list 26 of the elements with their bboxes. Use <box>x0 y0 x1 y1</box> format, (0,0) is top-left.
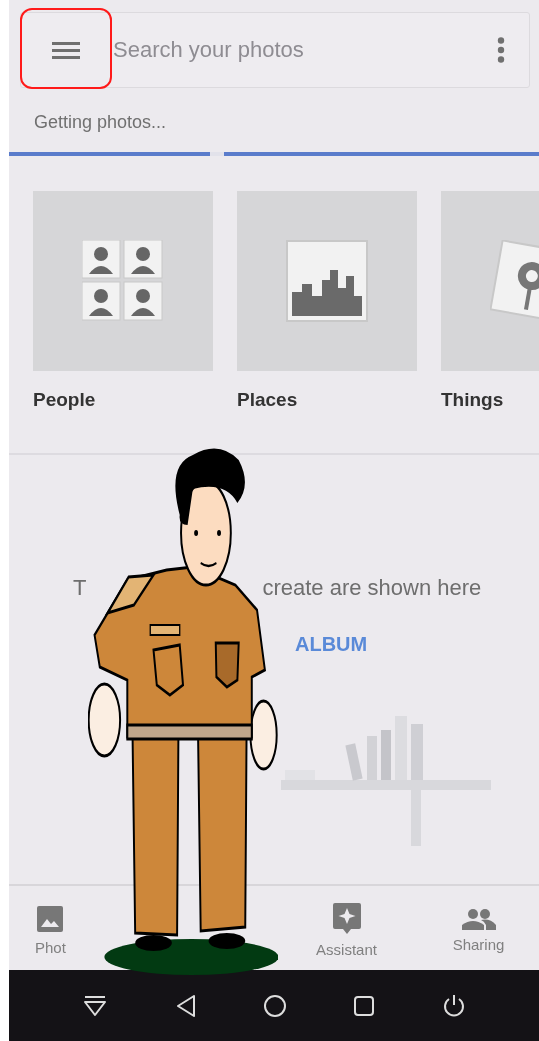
nav-tab[interactable]: Sharing <box>418 903 539 953</box>
status-text: Getting photos... <box>34 112 168 133</box>
nav-tab[interactable]: Phot <box>35 900 66 956</box>
category-tile[interactable] <box>237 191 417 371</box>
message-text: create are shown here <box>262 575 482 601</box>
search-input[interactable]: Search your photos <box>111 36 497 64</box>
category-label: People <box>33 389 97 411</box>
menu-icon <box>52 40 80 60</box>
recents-icon[interactable] <box>353 994 376 1017</box>
message-text-fragment: T <box>73 575 87 601</box>
category-tile[interactable] <box>33 191 213 371</box>
people-icon <box>82 240 164 322</box>
sparkle-bubble-icon <box>332 902 361 935</box>
back-icon[interactable] <box>174 993 197 1018</box>
category-label: Things <box>441 389 505 411</box>
city-picture-icon <box>286 240 368 322</box>
more-options-icon[interactable] <box>497 37 505 63</box>
people-icon <box>461 907 496 930</box>
power-icon[interactable] <box>441 993 466 1018</box>
category-label: Places <box>237 389 299 411</box>
hide-bar-icon[interactable] <box>82 994 109 1017</box>
create-album-button[interactable]: ALBUM <box>295 633 368 656</box>
home-icon[interactable] <box>262 993 287 1018</box>
nav-tab[interactable]: Assistant <box>285 898 408 958</box>
photo-icon <box>36 904 65 933</box>
search-field[interactable]: Search your photos <box>20 12 530 88</box>
